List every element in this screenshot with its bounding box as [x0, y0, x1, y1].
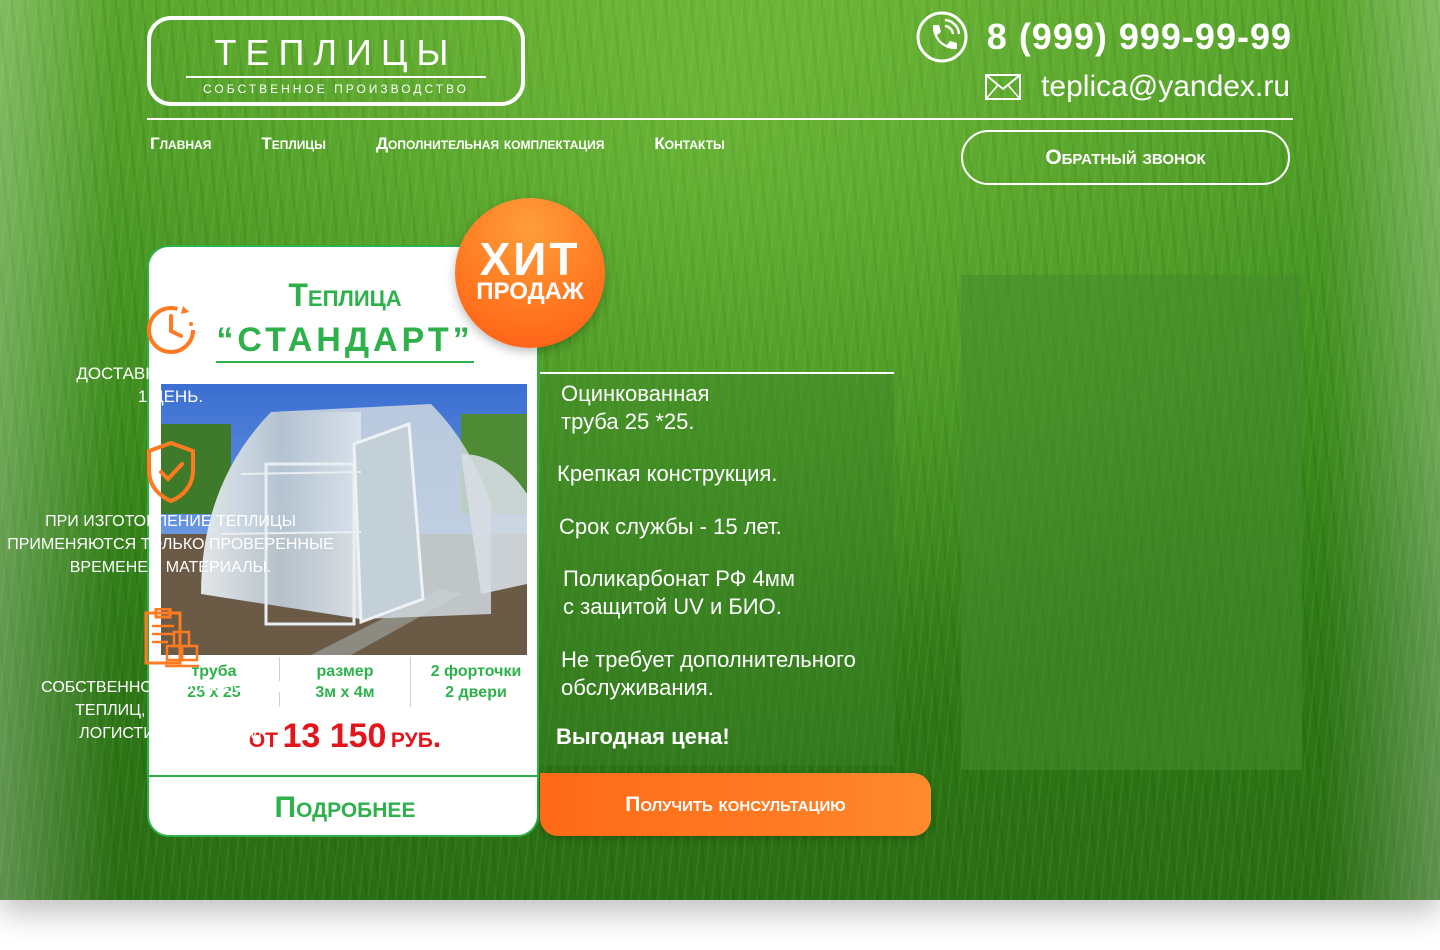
warehouse-icon — [144, 608, 199, 668]
shield-check-icon — [146, 440, 195, 504]
details-button[interactable]: Подробнее — [149, 775, 537, 835]
advantage-delivery: Доставка и монтаж 1 день. — [0, 300, 341, 408]
callback-button[interactable]: Обратный звонок — [961, 130, 1290, 185]
nav-item-extras[interactable]: Дополнительная комплектация — [376, 134, 604, 154]
phone-number[interactable]: 8 (999) 999-99-99 — [987, 16, 1292, 58]
phone-icon — [916, 11, 968, 63]
bestseller-badge: ХИТ ПРОДАЖ — [455, 198, 605, 348]
main-nav: Главная Теплицы Дополнительная комплекта… — [150, 134, 775, 154]
feature-item: Не требует дополнительного обслуживания. — [561, 647, 856, 700]
advantages-panel — [961, 275, 1302, 770]
mail-icon — [985, 74, 1022, 100]
feature-item: Крепкая конструкция. — [557, 461, 778, 486]
feature-item: Оцинкованная труба 25 *25. — [561, 381, 710, 434]
email-address[interactable]: teplica@yandex.ru — [1041, 70, 1290, 104]
header-divider — [147, 118, 1293, 120]
logo-divider — [186, 76, 486, 78]
email-contact[interactable]: teplica@yandex.ru — [985, 70, 1290, 104]
nav-item-greenhouses[interactable]: Теплицы — [261, 134, 326, 154]
advantage-materials: При изготовление теплицы применяются тол… — [0, 440, 341, 579]
phone-contact[interactable]: 8 (999) 999-99-99 — [915, 10, 1292, 64]
consultation-button[interactable]: Получить консультацию — [540, 773, 931, 836]
logo-title: ТЕПЛИЦЫ — [214, 32, 458, 73]
page-background: ТЕПЛИЦЫ СОБСТВЕННОЕ ПРОИЗВОДСТВО 8 (999)… — [0, 0, 1440, 900]
clock-icon — [146, 306, 195, 354]
feature-item: Поликарбонат РФ 4мм с защитой UV и БИО. — [563, 566, 795, 619]
site-logo[interactable]: ТЕПЛИЦЫ СОБСТВЕННОЕ ПРОИЗВОДСТВО — [147, 16, 525, 106]
feature-item: Срок службы - 15 лет. — [559, 514, 782, 539]
spec-doors: 2 форточки 2 двери — [410, 657, 537, 707]
nav-item-contacts[interactable]: Контакты — [654, 134, 724, 154]
nav-item-home[interactable]: Главная — [150, 134, 211, 154]
benefit-text: Выгодная цена! — [556, 724, 730, 749]
advantage-production: собственное производство теплиц, склад, … — [0, 608, 341, 745]
logo-subtitle: СОБСТВЕННОЕ ПРОИЗВОДСТВО — [203, 82, 469, 96]
